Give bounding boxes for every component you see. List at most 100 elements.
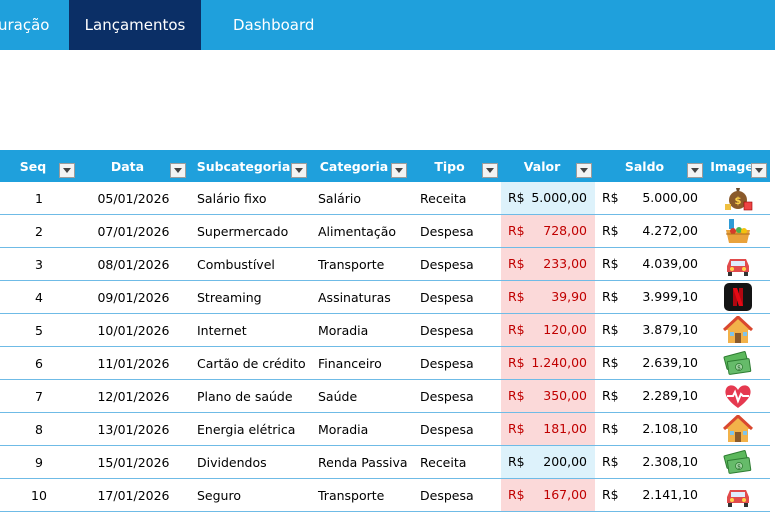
cell-saldo[interactable]: R$ 2.639,10 (595, 346, 706, 380)
cell-tipo[interactable]: Despesa (410, 346, 501, 380)
cell-image[interactable]: $ (706, 346, 770, 380)
cell-seq[interactable]: 6 (0, 346, 78, 380)
cell-subcategoria[interactable]: Plano de saúde (189, 379, 310, 413)
cell-image[interactable] (706, 478, 770, 512)
tab-configuracao[interactable]: uração (0, 0, 68, 50)
cell-saldo[interactable]: R$ 2.289,10 (595, 379, 706, 413)
cell-saldo[interactable]: R$ 2.308,10 (595, 445, 706, 479)
cell-valor[interactable]: R$ 200,00 (501, 445, 595, 479)
cell-saldo[interactable]: R$ 4.272,00 (595, 214, 706, 248)
cell-categoria[interactable]: Transporte (310, 478, 410, 512)
cell-tipo[interactable]: Despesa (410, 412, 501, 446)
cell-saldo[interactable]: R$ 2.141,10 (595, 478, 706, 512)
filter-dropdown-icon[interactable] (291, 163, 307, 178)
cell-seq[interactable]: 1 (0, 182, 78, 215)
cell-data[interactable]: 10/01/2026 (78, 313, 189, 347)
cell-data[interactable]: 08/01/2026 (78, 247, 189, 281)
cell-categoria[interactable]: Moradia (310, 412, 410, 446)
cell-seq[interactable]: 2 (0, 214, 78, 248)
cell-image[interactable]: $ (706, 182, 770, 215)
cell-valor[interactable]: R$ 350,00 (501, 379, 595, 413)
table-row[interactable]: 4 09/01/2026 Streaming Assinaturas Despesa R$… (0, 280, 770, 314)
cell-categoria[interactable]: Alimentação (310, 214, 410, 248)
cell-data[interactable]: 13/01/2026 (78, 412, 189, 446)
cell-valor[interactable]: R$ 120,00 (501, 313, 595, 347)
cell-saldo[interactable]: R$ 4.039,00 (595, 247, 706, 281)
cell-data[interactable]: 07/01/2026 (78, 214, 189, 248)
cell-seq[interactable]: 4 (0, 280, 78, 314)
cell-subcategoria[interactable]: Combustível (189, 247, 310, 281)
cell-subcategoria[interactable]: Cartão de crédito (189, 346, 310, 380)
cell-tipo[interactable]: Despesa (410, 280, 501, 314)
cell-categoria[interactable]: Moradia (310, 313, 410, 347)
cell-data[interactable]: 09/01/2026 (78, 280, 189, 314)
cell-subcategoria[interactable]: Streaming (189, 280, 310, 314)
cell-tipo[interactable]: Receita (410, 445, 501, 479)
table-row[interactable]: 2 07/01/2026 Supermercado Alimentação Despes… (0, 214, 770, 248)
filter-dropdown-icon[interactable] (170, 163, 186, 178)
table-row[interactable]: 1 05/01/2026 Salário fixo Salário Receita R$ 5… (0, 182, 770, 215)
cell-saldo[interactable]: R$ 3.879,10 (595, 313, 706, 347)
cell-tipo[interactable]: Despesa (410, 247, 501, 281)
cell-valor[interactable]: R$ 181,00 (501, 412, 595, 446)
cell-image[interactable] (706, 214, 770, 248)
cell-saldo[interactable]: R$ 3.999,10 (595, 280, 706, 314)
cell-valor[interactable]: R$ 39,90 (501, 280, 595, 314)
table-row[interactable]: 10 17/01/2026 Seguro Transporte Despesa R$ 167… (0, 478, 770, 512)
cell-tipo[interactable]: Despesa (410, 313, 501, 347)
cell-categoria[interactable]: Financeiro (310, 346, 410, 380)
cell-valor[interactable]: R$ 728,00 (501, 214, 595, 248)
cell-seq[interactable]: 9 (0, 445, 78, 479)
cell-categoria[interactable]: Salário (310, 182, 410, 215)
cell-subcategoria[interactable]: Dividendos (189, 445, 310, 479)
cell-data[interactable]: 15/01/2026 (78, 445, 189, 479)
cell-saldo[interactable]: R$ 2.108,10 (595, 412, 706, 446)
cell-valor[interactable]: R$ 233,00 (501, 247, 595, 281)
cell-image[interactable] (706, 247, 770, 281)
filter-dropdown-icon[interactable] (687, 163, 703, 178)
cell-categoria[interactable]: Assinaturas (310, 280, 410, 314)
cell-data[interactable]: 17/01/2026 (78, 478, 189, 512)
cell-image[interactable] (706, 412, 770, 446)
cell-seq[interactable]: 7 (0, 379, 78, 413)
cell-seq[interactable]: 8 (0, 412, 78, 446)
cell-saldo[interactable]: R$ 5.000,00 (595, 182, 706, 215)
cell-valor[interactable]: R$ 5.000,00 (501, 182, 595, 215)
cell-data[interactable]: 11/01/2026 (78, 346, 189, 380)
filter-dropdown-icon[interactable] (482, 163, 498, 178)
filter-dropdown-icon[interactable] (391, 163, 407, 178)
cell-image[interactable] (706, 313, 770, 347)
filter-dropdown-icon[interactable] (751, 163, 767, 178)
table-row[interactable]: 8 13/01/2026 Energia elétrica Moradia Despes… (0, 412, 770, 446)
cell-subcategoria[interactable]: Supermercado (189, 214, 310, 248)
cell-subcategoria[interactable]: Salário fixo (189, 182, 310, 215)
cell-valor[interactable]: R$ 167,00 (501, 478, 595, 512)
filter-dropdown-icon[interactable] (576, 163, 592, 178)
cell-categoria[interactable]: Saúde (310, 379, 410, 413)
cell-tipo[interactable]: Receita (410, 182, 501, 215)
cell-seq[interactable]: 3 (0, 247, 78, 281)
filter-dropdown-icon[interactable] (59, 163, 75, 178)
table-row[interactable]: 6 11/01/2026 Cartão de crédito Financeiro De… (0, 346, 770, 380)
cell-image[interactable] (706, 379, 770, 413)
cell-seq[interactable]: 10 (0, 478, 78, 512)
cell-categoria[interactable]: Transporte (310, 247, 410, 281)
table-row[interactable]: 3 08/01/2026 Combustível Transporte Despesa R… (0, 247, 770, 281)
tab-lancamentos[interactable]: Lançamentos (69, 0, 201, 50)
table-row[interactable]: 9 15/01/2026 Dividendos Renda Passiva Receit… (0, 445, 770, 479)
tab-dashboard[interactable]: Dashboard (233, 0, 314, 50)
cell-subcategoria[interactable]: Internet (189, 313, 310, 347)
cell-tipo[interactable]: Despesa (410, 214, 501, 248)
cell-data[interactable]: 12/01/2026 (78, 379, 189, 413)
cell-tipo[interactable]: Despesa (410, 478, 501, 512)
table-row[interactable]: 7 12/01/2026 Plano de saúde Saúde Despesa R$ 3… (0, 379, 770, 413)
cell-image[interactable]: $ (706, 445, 770, 479)
table-row[interactable]: 5 10/01/2026 Internet Moradia Despesa R$ 120,0… (0, 313, 770, 347)
cell-data[interactable]: 05/01/2026 (78, 182, 189, 215)
cell-seq[interactable]: 5 (0, 313, 78, 347)
cell-subcategoria[interactable]: Energia elétrica (189, 412, 310, 446)
cell-tipo[interactable]: Despesa (410, 379, 501, 413)
cell-image[interactable] (706, 280, 770, 314)
cell-valor[interactable]: R$ 1.240,00 (501, 346, 595, 380)
cell-subcategoria[interactable]: Seguro (189, 478, 310, 512)
